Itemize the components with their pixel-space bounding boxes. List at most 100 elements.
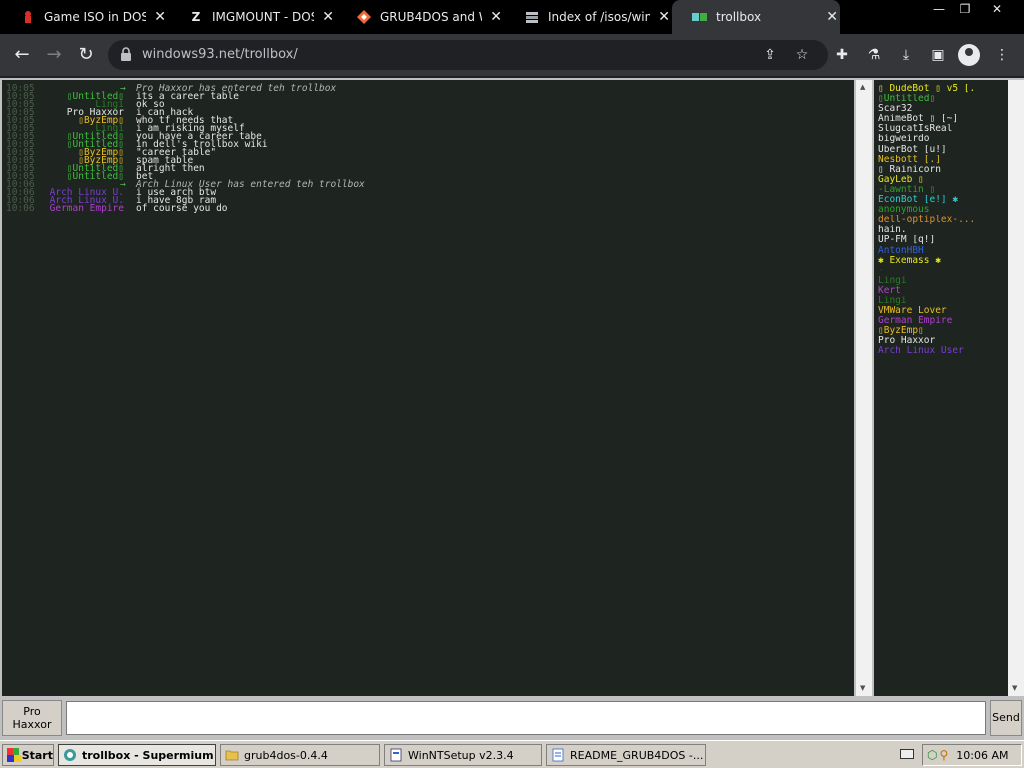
message-input[interactable] xyxy=(66,701,986,735)
user-list-item[interactable]: Scar32 xyxy=(878,104,1008,114)
start-label: Start xyxy=(21,748,53,762)
user-list-item[interactable]: -Lawntin ▯ xyxy=(878,185,1008,195)
chat-log: 10:05 → Pro Haxxor has entered teh trollbo… xyxy=(2,80,854,696)
clock[interactable]: 10:06 AM xyxy=(956,749,1008,762)
taskbar: Start trollbox - Supermium grub4dos-0.4.… xyxy=(0,740,1024,768)
user-list-item[interactable]: ▯ DudeBot ▯ v5 [. xyxy=(878,84,1008,94)
user-list-item[interactable]: UberBot [u!] xyxy=(878,145,1008,155)
chat-message: 10:05 → Pro Haxxor has entered teh trollbo… xyxy=(2,84,854,94)
tab-title: GRUB4DOS and W xyxy=(380,10,483,24)
chat-message: 10:06 German Empire of course you do xyxy=(2,203,854,214)
taskbar-item-trollbox[interactable]: trollbox - Supermium xyxy=(58,744,216,766)
taskbar-item-label: WinNTSetup v2.3.4 xyxy=(408,748,514,762)
folder-icon xyxy=(225,750,239,761)
taskbar-item-label: trollbox - Supermium xyxy=(82,748,214,762)
keyboard-icon[interactable] xyxy=(900,749,914,759)
start-button[interactable]: Start xyxy=(2,744,54,766)
user-list-item[interactable]: Nesbott [.] xyxy=(878,155,1008,165)
forward-arrow-icon[interactable]: → xyxy=(42,43,66,67)
userlist-scrollbar[interactable]: ▼ xyxy=(1008,80,1024,696)
nickname-button[interactable]: Pro Haxxor xyxy=(2,700,62,736)
user-list-item[interactable]: Pro Haxxor xyxy=(878,336,1008,346)
user-list-item[interactable]: Arch Linux User xyxy=(878,346,1008,356)
user-list-item[interactable]: Lingi xyxy=(878,276,1008,286)
send-button[interactable]: Send xyxy=(990,700,1022,736)
scroll-down-icon[interactable]: ▼ xyxy=(860,684,865,692)
message-nick[interactable]: German Empire xyxy=(50,204,124,214)
dosbox-icon xyxy=(20,9,36,25)
tab-close-icon[interactable]: ✕ xyxy=(488,9,504,25)
extensions-puzzle-icon[interactable]: ✚ xyxy=(832,45,852,65)
chat-scrollbar[interactable]: ▲ ▼ xyxy=(856,80,872,696)
sidebar-icon[interactable]: ▣ xyxy=(928,45,948,65)
user-list-item[interactable]: SlugcatIsReal xyxy=(878,124,1008,134)
message-text: of course you do xyxy=(136,203,228,214)
supermium-icon xyxy=(64,749,76,761)
user-list-item[interactable]: dell-optiplex-... xyxy=(878,215,1008,225)
user-list-item[interactable]: · xyxy=(878,266,1008,276)
taskbar-item-winntsetup[interactable]: WinNTSetup v2.3.4 xyxy=(384,744,542,766)
tab-grub4dos[interactable]: GRUB4DOS and W ✕ xyxy=(336,0,504,34)
back-arrow-icon[interactable]: ← xyxy=(10,43,34,67)
user-list-item[interactable]: AntonHBH xyxy=(878,246,1008,256)
tab-title: IMGMOUNT - DOSB xyxy=(212,10,314,24)
search-icon[interactable]: ⚲ xyxy=(939,748,948,762)
scroll-down-icon[interactable]: ▼ xyxy=(1012,684,1017,692)
tab-trollbox[interactable]: trollbox ✕ xyxy=(672,0,840,34)
user-list-item[interactable]: UP-FM [q!] xyxy=(878,235,1008,245)
user-list-item[interactable]: anonymous xyxy=(878,205,1008,215)
diamond-logo-icon xyxy=(356,9,372,25)
user-list-item[interactable]: Kert xyxy=(878,286,1008,296)
share-icon[interactable]: ⇪ xyxy=(760,45,780,65)
user-list-item[interactable]: EconBot [e!] ✱ xyxy=(878,195,1008,205)
user-list-item[interactable]: GayLeb ▯ xyxy=(878,175,1008,185)
chat-message: 10:06 Arch Linux U. i use arch btw xyxy=(2,188,854,198)
user-list: ▯ DudeBot ▯ v5 [. ▯Untitled▯ Scar32 AnimeBo… xyxy=(874,80,1008,696)
tab-close-icon[interactable]: ✕ xyxy=(152,9,168,25)
taskbar-item-readme[interactable]: README_GRUB4DOS -... xyxy=(546,744,706,766)
user-list-item[interactable]: ▯ByzEmp▯ xyxy=(878,326,1008,336)
z-logo-icon: Z xyxy=(191,10,201,24)
reload-icon[interactable]: ↻ xyxy=(74,43,98,67)
address-bar[interactable]: windows93.net/trollbox/ ⇪ ☆ xyxy=(108,40,828,70)
tab-close-icon[interactable]: ✕ xyxy=(656,9,672,25)
user-list-item[interactable]: AnimeBot ▯ [~] xyxy=(878,114,1008,124)
user-list-item[interactable]: Lingi xyxy=(878,296,1008,306)
user-list-item[interactable]: German Empire xyxy=(878,316,1008,326)
tab-close-icon[interactable]: ✕ xyxy=(824,9,840,25)
flask-icon[interactable]: ⚗ xyxy=(864,45,884,65)
tab-title: Game ISO in DOSBo xyxy=(44,10,147,24)
user-list-item[interactable]: hain. xyxy=(878,225,1008,235)
tab-index-isos[interactable]: Index of /isos/wind ✕ xyxy=(504,0,672,34)
trollbox-favicon xyxy=(692,9,708,25)
tab-imgmount[interactable]: Z IMGMOUNT - DOSB ✕ xyxy=(168,0,336,34)
browser-tab-strip: Game ISO in DOSBo ✕ Z IMGMOUNT - DOSB ✕ … xyxy=(0,0,1024,34)
user-list-item[interactable]: bigweirdo xyxy=(878,134,1008,144)
chat-message: 10:05 ▯ByzEmp▯ "career table" xyxy=(2,148,854,158)
profile-avatar-icon[interactable] xyxy=(958,44,980,66)
tab-title: trollbox xyxy=(716,10,762,24)
url-text[interactable]: windows93.net/trollbox/ xyxy=(142,47,298,62)
menu-kebab-icon[interactable]: ⋮ xyxy=(992,45,1012,65)
chat-message: 10:05 ▯Untitled▯ bet xyxy=(2,172,854,182)
scroll-up-icon[interactable]: ▲ xyxy=(860,83,865,91)
user-list-item[interactable]: ▯ Rainicorn xyxy=(878,165,1008,175)
restore-icon[interactable]: ❐ xyxy=(948,0,982,18)
browser-toolbar: ← → ↻ windows93.net/trollbox/ ⇪ ☆ ✚ ⚗ ⤓ … xyxy=(0,34,1024,76)
chat-message: 10:05 Lingi ok so xyxy=(2,100,854,110)
tab-close-icon[interactable]: ✕ xyxy=(320,9,336,25)
taskbar-item-grub4dos[interactable]: grub4dos-0.4.4 xyxy=(220,744,380,766)
user-list-item[interactable]: ▯Untitled▯ xyxy=(878,94,1008,104)
user-list-item[interactable]: ✱ Exemass ✱ xyxy=(878,256,1008,266)
notepad-icon xyxy=(552,748,564,762)
chat-message: 10:05 ▯Untitled▯ its a career table xyxy=(2,92,854,102)
tab-game-iso[interactable]: Game ISO in DOSBo ✕ xyxy=(0,0,168,34)
lock-icon[interactable] xyxy=(120,47,132,61)
bookmark-star-icon[interactable]: ☆ xyxy=(792,45,812,65)
window-close-icon[interactable]: ✕ xyxy=(980,0,1014,18)
message-nick[interactable]: ▯Untitled▯ xyxy=(67,172,124,182)
download-icon[interactable]: ⤓ xyxy=(896,45,916,65)
user-list-item[interactable]: VMWare Lover xyxy=(878,306,1008,316)
chat-message: 10:05 ▯Untitled▯ in dell's trollbox wiki xyxy=(2,140,854,150)
network-icon[interactable]: ⬡ xyxy=(927,748,937,762)
